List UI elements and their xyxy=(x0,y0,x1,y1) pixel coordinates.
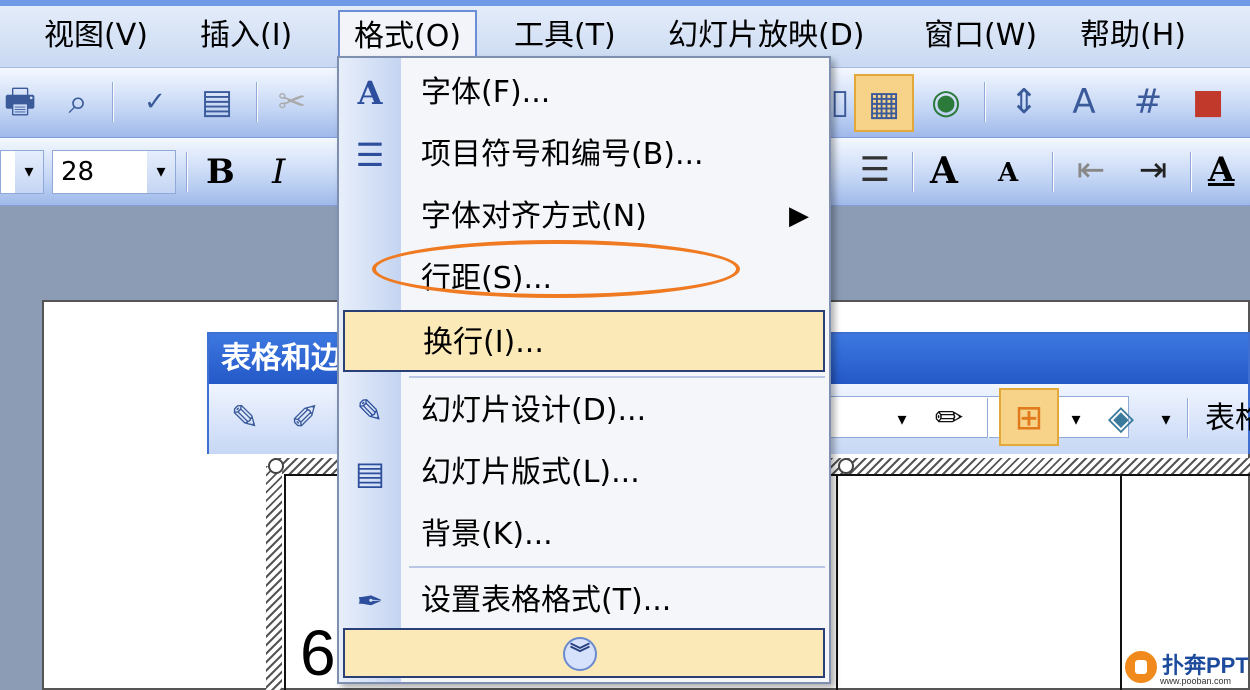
table-selection-border-left xyxy=(266,466,282,690)
toolbar-separator xyxy=(987,398,989,438)
bullets-icon[interactable]: ☰ xyxy=(852,150,898,190)
double-chevron-down-icon: ︾ xyxy=(563,637,597,671)
grid-icon[interactable]: # xyxy=(1124,82,1172,122)
table-cell-divider xyxy=(836,474,838,690)
chevron-down-icon[interactable]: ▾ xyxy=(1155,400,1177,440)
slide-design-icon: ✎ xyxy=(356,392,384,430)
format-menu-dropdown: A 字体(F)... ☰ 项目符号和编号(B)... 字体对齐方式(N) ▶ 行… xyxy=(337,56,831,684)
menu-tools[interactable]: 工具(T) xyxy=(514,12,616,60)
research-icon[interactable]: ▤ xyxy=(192,82,242,122)
table-border-left xyxy=(284,474,286,690)
print-preview-icon[interactable]: ⌕ xyxy=(56,82,100,122)
toolbar-separator xyxy=(912,152,914,192)
toolbar-separator xyxy=(984,82,986,122)
menu-item-label: 背景(K)... xyxy=(421,517,553,552)
menu-item-label: 字体(F)... xyxy=(421,75,551,110)
borders-icon: ⊞ xyxy=(1014,398,1044,438)
print-icon[interactable]: 🖶 xyxy=(0,82,40,122)
toolbar-separator xyxy=(1187,398,1189,438)
toolbar-separator xyxy=(112,82,114,122)
text-direction-icon[interactable]: ⇕ xyxy=(1000,82,1048,122)
menu-view[interactable]: 视图(V) xyxy=(44,12,148,60)
table-menu-button[interactable]: 表格 xyxy=(1205,398,1250,440)
font-size-combo[interactable]: 28 ▾ xyxy=(52,150,176,194)
fill-color-icon[interactable]: ◈ xyxy=(1099,398,1143,438)
menu-item-slide-layout[interactable]: ▤ 幻灯片版式(L)... xyxy=(339,442,829,504)
border-color-icon[interactable]: ✏ xyxy=(925,398,973,438)
toolbar-separator xyxy=(256,82,258,122)
chevron-down-icon[interactable]: ▾ xyxy=(1065,400,1087,440)
outside-borders-button[interactable]: ⊞ xyxy=(999,388,1059,446)
toolbar-separator xyxy=(1190,152,1192,192)
pooban-logo-icon xyxy=(1122,648,1160,686)
resize-handle[interactable] xyxy=(838,458,854,474)
menu-slideshow[interactable]: 幻灯片放映(D) xyxy=(668,12,865,60)
toolbar-separator xyxy=(1052,152,1054,192)
decrease-indent-icon[interactable]: ⇤ xyxy=(1068,150,1114,190)
menu-item-label: 字体对齐方式(N) xyxy=(421,199,647,234)
bold-button[interactable]: B xyxy=(206,152,235,192)
color-icon[interactable]: ■ xyxy=(1188,82,1228,122)
watermark-url: www.pooban.com xyxy=(1160,676,1232,686)
table-partial-icon[interactable]: ▯ xyxy=(830,82,850,122)
menu-window[interactable]: 窗口(W) xyxy=(924,12,1037,60)
increase-indent-icon[interactable]: ⇥ xyxy=(1130,150,1176,190)
highlight-circle-annotation xyxy=(372,240,740,298)
cut-icon[interactable]: ✂ xyxy=(272,82,312,122)
draw-table-icon[interactable]: ✎ xyxy=(223,398,267,438)
menu-item-font[interactable]: A 字体(F)... xyxy=(339,62,829,124)
hyperlink-icon[interactable]: ◉ xyxy=(922,82,970,122)
bullets-icon: ☰ xyxy=(355,136,385,174)
menu-item-background[interactable]: 背景(K)... xyxy=(339,504,829,566)
eraser-icon[interactable]: ✐ xyxy=(283,398,327,438)
menu-item-bullets[interactable]: ☰ 项目符号和编号(B)... xyxy=(339,124,829,186)
table-cell-text[interactable]: 6 xyxy=(300,616,336,690)
menu-item-label: 设置表格格式(T)... xyxy=(421,583,672,618)
spelling-icon[interactable]: ✓ xyxy=(130,82,180,122)
menu-item-label: 幻灯片设计(D)... xyxy=(421,393,647,428)
menu-item-font-alignment[interactable]: 字体对齐方式(N) ▶ xyxy=(339,186,829,248)
logo-inner xyxy=(1135,660,1147,674)
font-name-combo[interactable]: ▾ xyxy=(0,150,44,194)
slide-layout-icon: ▤ xyxy=(354,454,386,492)
submenu-arrow-icon: ▶ xyxy=(789,201,809,231)
font-color-button[interactable]: A xyxy=(1208,150,1234,190)
chevron-down-icon[interactable]: ▾ xyxy=(147,151,175,193)
menubar-top-edge xyxy=(0,0,1250,6)
table-format-icon: ✒ xyxy=(356,582,384,620)
menu-separator xyxy=(409,376,825,378)
chevron-down-icon[interactable]: ▾ xyxy=(891,400,913,440)
menu-item-label: 幻灯片版式(L)... xyxy=(421,455,640,490)
toolbar-separator xyxy=(186,152,188,192)
menu-expand-button[interactable]: ︾ xyxy=(343,628,825,678)
font-size-value: 28 xyxy=(61,157,95,187)
font-icon: A xyxy=(357,74,383,112)
menu-separator xyxy=(409,566,825,568)
table-draw-button[interactable]: ▦ xyxy=(854,74,914,132)
italic-button[interactable]: I xyxy=(272,152,285,192)
menu-item-slide-design[interactable]: ✎ 幻灯片设计(D)... xyxy=(339,380,829,442)
font-color-a-icon[interactable]: A xyxy=(1060,82,1108,122)
resize-handle[interactable] xyxy=(268,458,284,474)
menu-item-line-break[interactable]: 换行(I)... xyxy=(343,310,825,372)
menu-item-table-format[interactable]: ✒ 设置表格格式(T)... xyxy=(339,570,829,632)
watermark: 扑奔PPT www.pooban.com xyxy=(1120,646,1250,690)
table-draw-icon: ▦ xyxy=(867,84,901,124)
chevron-down-icon[interactable]: ▾ xyxy=(15,151,43,193)
menu-item-label: 换行(I)... xyxy=(423,325,544,360)
grow-font-button[interactable]: A xyxy=(930,150,958,192)
menu-help[interactable]: 帮助(H) xyxy=(1080,12,1186,60)
menu-insert[interactable]: 插入(I) xyxy=(200,12,292,60)
shrink-font-button[interactable]: A xyxy=(998,158,1018,188)
menu-item-label: 项目符号和编号(B)... xyxy=(421,137,704,172)
